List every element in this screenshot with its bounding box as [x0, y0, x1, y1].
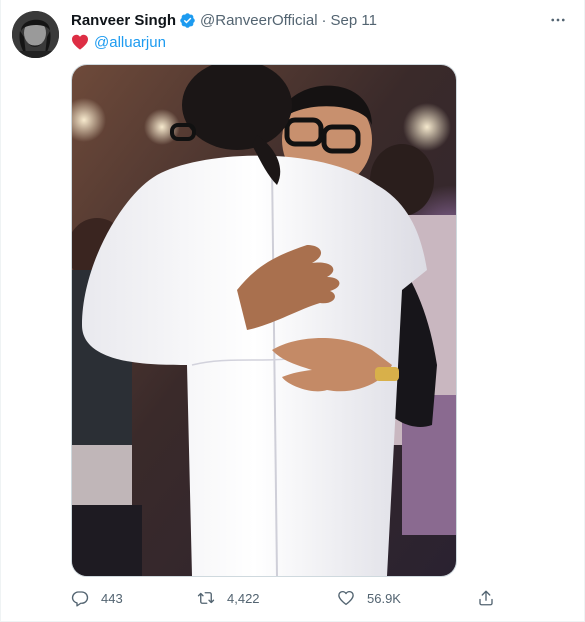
tweet-date[interactable]: Sep 11 — [331, 12, 377, 29]
share-icon — [479, 590, 493, 606]
retweet-icon — [197, 592, 215, 604]
tweet-card[interactable]: Ranveer Singh @RanveerOfficial · Sep 11 … — [0, 0, 585, 622]
verified-badge-icon — [179, 12, 196, 29]
tweet-text: @alluarjun — [71, 32, 166, 52]
mention-link[interactable]: @alluarjun — [94, 34, 166, 51]
author-name[interactable]: Ranveer Singh — [71, 12, 176, 29]
reply-button[interactable]: 443 — [71, 589, 197, 607]
share-button[interactable] — [477, 589, 507, 607]
separator-dot: · — [321, 11, 327, 29]
author-handle[interactable]: @RanveerOfficial — [200, 12, 318, 29]
tweet-header: Ranveer Singh @RanveerOfficial · Sep 11 — [71, 9, 544, 31]
more-options-icon[interactable] — [548, 10, 568, 30]
reply-icon — [71, 591, 89, 607]
like-button[interactable]: 56.9K — [337, 589, 477, 607]
like-count: 56.9K — [367, 590, 401, 606]
red-heart-icon — [71, 34, 89, 50]
tweet-actions: 443 4,422 56.9K — [71, 584, 511, 612]
reply-count: 443 — [101, 590, 123, 606]
avatar[interactable] — [12, 11, 59, 58]
like-icon — [338, 590, 354, 606]
retweet-button[interactable]: 4,422 — [197, 589, 337, 607]
retweet-count: 4,422 — [227, 590, 260, 606]
tweet-photo[interactable] — [71, 64, 457, 577]
